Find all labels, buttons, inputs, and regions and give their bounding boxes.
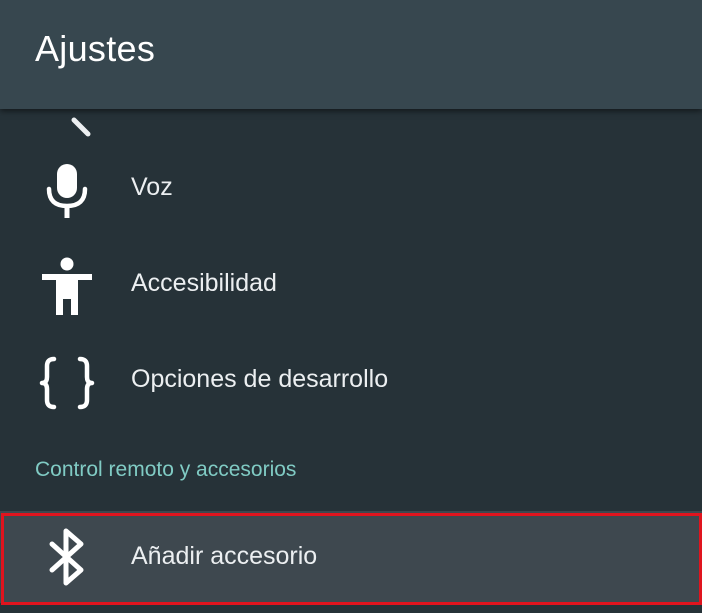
microphone-icon: [38, 161, 96, 221]
app-bar: Ajustes: [0, 0, 702, 109]
settings-item-label: Accesibilidad: [131, 269, 277, 297]
bluetooth-icon: [38, 527, 96, 587]
page-title: Ajustes: [35, 28, 156, 69]
settings-item-add-accessory[interactable]: Añadir accesorio: [0, 511, 702, 603]
settings-item-label: Opciones de desarrollo: [131, 365, 389, 393]
settings-item-label: Añadir accesorio: [131, 542, 318, 570]
settings-item-developer-options[interactable]: Opciones de desarrollo: [0, 335, 702, 431]
settings-item-voice[interactable]: Voz: [0, 143, 702, 239]
settings-item-accessibility[interactable]: Accesibilidad: [0, 239, 702, 335]
accessibility-icon: [38, 257, 96, 317]
code-braces-icon: [38, 353, 96, 413]
settings-item-label: Voz: [131, 173, 173, 201]
section-header-remote-accessories: Control remoto y accesorios: [35, 458, 297, 481]
settings-screen: Voz Accesibilidad Opciones de desarrollo…: [0, 0, 702, 613]
list-bottom: [0, 603, 702, 613]
